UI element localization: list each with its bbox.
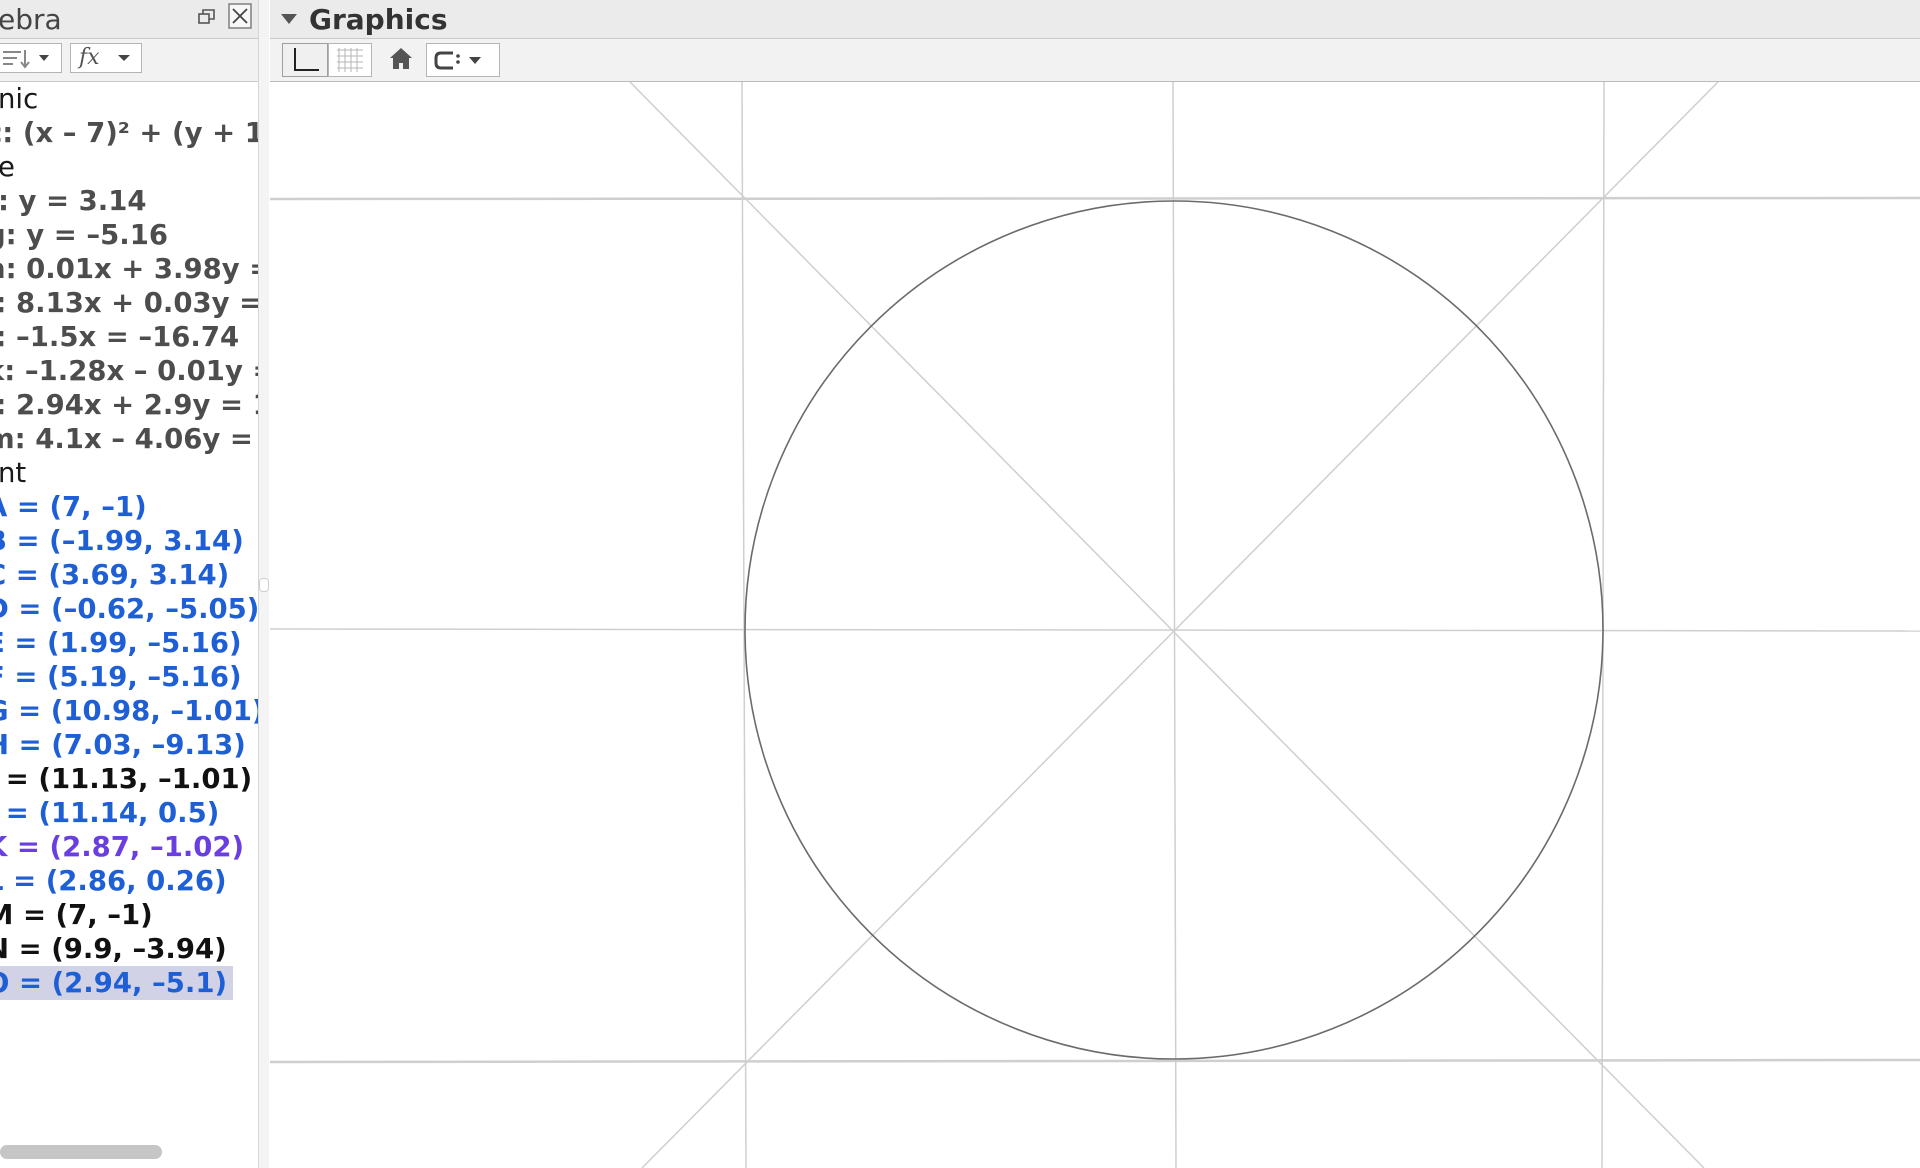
row-point-n[interactable]: N = (9.9, –3.94) — [0, 932, 227, 966]
close-icon[interactable] — [228, 3, 252, 29]
algebra-view-title: ebra — [0, 3, 62, 36]
row-point-i[interactable]: I = (11.13, –1.01) — [0, 762, 252, 796]
row-line-k[interactable]: k: –1.28x – 0.01y = — [0, 354, 258, 388]
line-h[interactable] — [270, 628, 1920, 632]
chevron-down-icon — [118, 55, 130, 61]
row-point-b[interactable]: B = (–1.99, 3.14) — [0, 524, 244, 558]
axes-toggle-button[interactable] — [282, 43, 328, 77]
graphics-view: Graphics — [270, 0, 1920, 1168]
line-l[interactable] — [641, 82, 1719, 1168]
algebra-view-header: ebra — [0, 0, 268, 39]
row-point-k[interactable]: K = (2.87, –1.02) — [0, 830, 244, 864]
sort-icon — [3, 50, 49, 69]
algebra-toolbar: fx — [0, 39, 268, 82]
graphics-canvas[interactable] — [270, 82, 1920, 1168]
row-line-j[interactable]: j: –1.5x = –16.74 — [0, 320, 239, 354]
row-line-f[interactable]: f: y = 3.14 — [0, 184, 147, 218]
row-point-d[interactable]: D = (–0.62, –5.05) — [0, 592, 258, 626]
row-point-c[interactable]: C = (3.69, 3.14) — [0, 558, 229, 592]
grid-toggle-button[interactable] — [328, 43, 372, 77]
sort-button[interactable] — [0, 43, 62, 73]
row-point-g[interactable]: G = (10.98, –1.01) — [0, 694, 258, 728]
algebra-view: ebra fx nicc: (x – 7)² + (y + 1)²ef: y =… — [0, 0, 269, 1168]
row-point-l[interactable]: L = (2.86, 0.26) — [0, 864, 227, 898]
grid-icon — [337, 48, 363, 72]
line-m[interactable] — [629, 82, 1705, 1168]
row-point-m[interactable]: M = (7, –1) — [0, 898, 153, 932]
line-k[interactable] — [1172, 82, 1177, 1168]
point-capturing-dropdown[interactable] — [426, 43, 500, 77]
row-conic-c[interactable]: c: (x – 7)² + (y + 1)² — [0, 116, 258, 150]
row-line-i[interactable]: i: 8.13x + 0.03y = 5 — [0, 286, 258, 320]
horizontal-scrollbar[interactable] — [0, 1145, 162, 1159]
splitter-handle[interactable] — [259, 578, 269, 592]
line-g[interactable] — [270, 1058, 1920, 1064]
row-point-j[interactable]: J = (11.14, 0.5) — [0, 796, 219, 830]
row-line-m[interactable]: m: 4.1x – 4.06y = 3 — [0, 422, 258, 456]
restore-window-icon[interactable] — [196, 6, 218, 28]
graphics-style-bar — [270, 39, 1920, 82]
row-line-l[interactable]: l: 2.94x + 2.9y = 17 — [0, 388, 258, 422]
graphics-view-title: Graphics — [309, 3, 448, 36]
row-point-a[interactable]: A = (7, –1) — [0, 490, 147, 524]
input-bar-toggle-button[interactable]: fx — [70, 43, 142, 73]
algebra-list: nicc: (x – 7)² + (y + 1)²ef: y = 3.14g: … — [0, 82, 258, 1142]
row-line-h[interactable]: h: 0.01x + 3.98y = — [0, 252, 258, 286]
category-point: nt — [0, 457, 27, 489]
row-point-o[interactable]: O = (2.94, –5.1) — [0, 966, 234, 1000]
row-point-h[interactable]: H = (7.03, –9.13) — [0, 728, 246, 762]
row-point-e[interactable]: E = (1.99, –5.16) — [0, 626, 242, 660]
home-icon — [390, 48, 412, 69]
row-line-g[interactable]: g: y = –5.16 — [0, 218, 168, 252]
collapse-triangle-icon[interactable] — [280, 12, 298, 26]
axes-icon — [294, 48, 319, 71]
fx-label: fx — [79, 45, 100, 70]
line-f[interactable] — [270, 196, 1920, 201]
point-capture-icon — [434, 51, 481, 70]
row-point-f[interactable]: F = (5.19, –5.16) — [0, 660, 242, 694]
category-conic: nic — [0, 83, 39, 115]
category-line: e — [0, 150, 15, 184]
standard-view-button[interactable] — [382, 43, 420, 77]
graphics-view-header: Graphics — [270, 0, 1920, 39]
